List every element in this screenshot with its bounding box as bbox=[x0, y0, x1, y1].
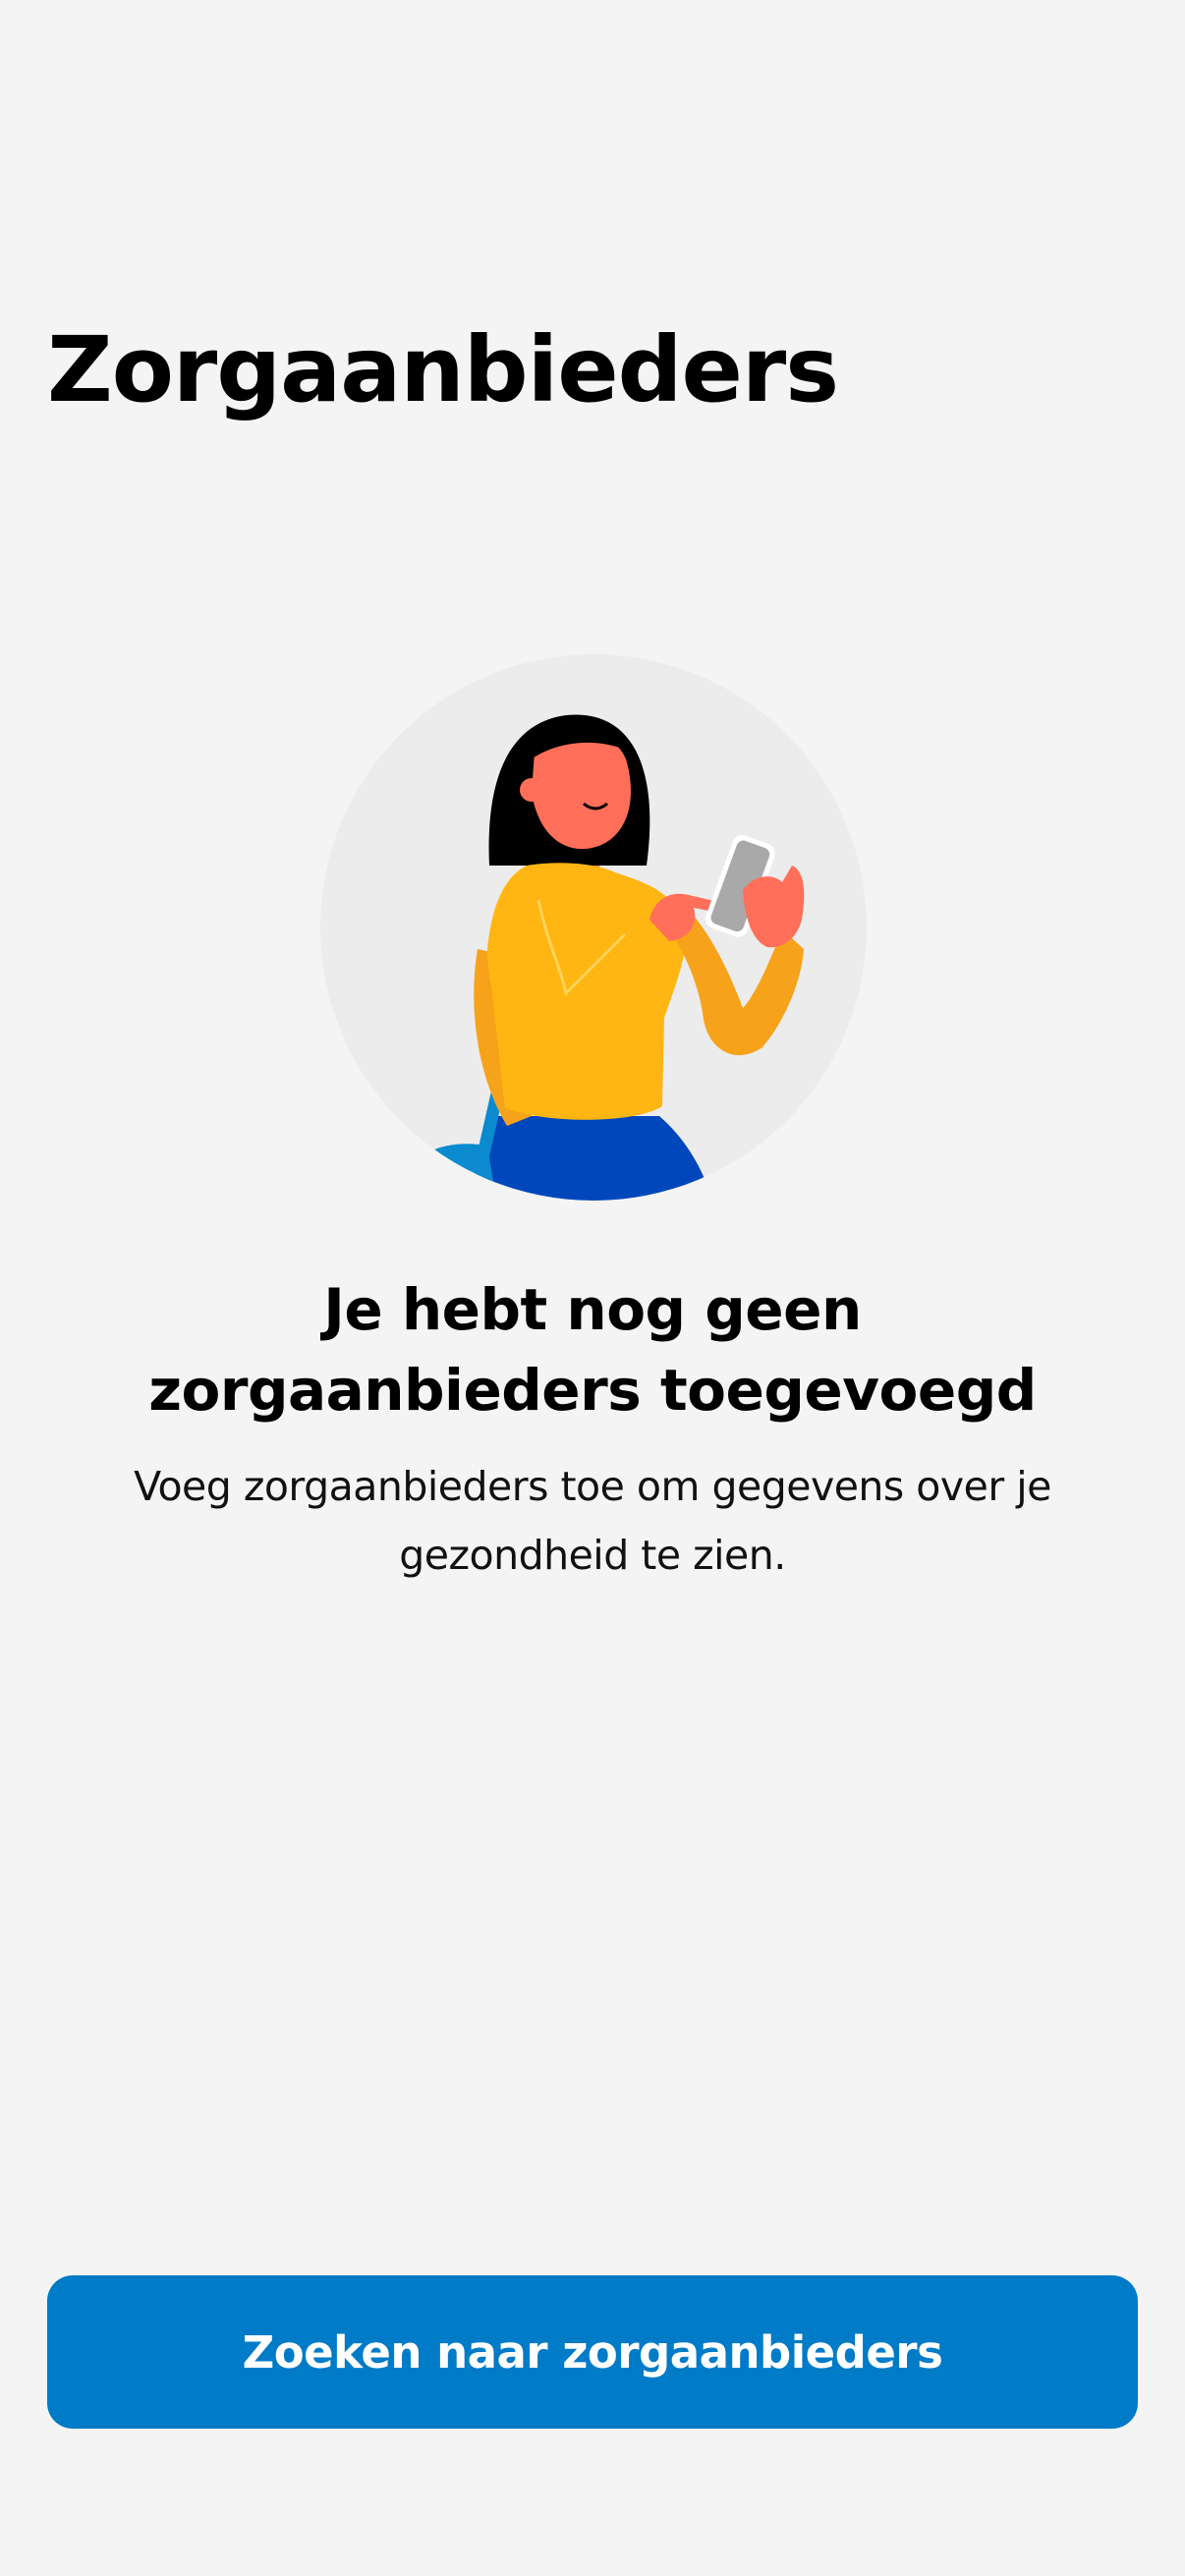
empty-state-heading: Je hebt nog geen zorgaanbieders toegevoe… bbox=[0, 1269, 1185, 1430]
empty-state-heading-line2: zorgaanbieders toegevoegd bbox=[148, 1357, 1037, 1424]
empty-state-heading-line1: Je hebt nog geen bbox=[323, 1276, 862, 1343]
page-title: Zorgaanbieders bbox=[47, 317, 839, 422]
bag bbox=[409, 1144, 497, 1201]
search-care-providers-button[interactable]: Zoeken naar zorgaanbieders bbox=[47, 2275, 1138, 2429]
empty-state-description: Voeg zorgaanbieders toe om gegevens over… bbox=[134, 1463, 1051, 1579]
woman-with-phone-illustration bbox=[320, 654, 867, 1201]
